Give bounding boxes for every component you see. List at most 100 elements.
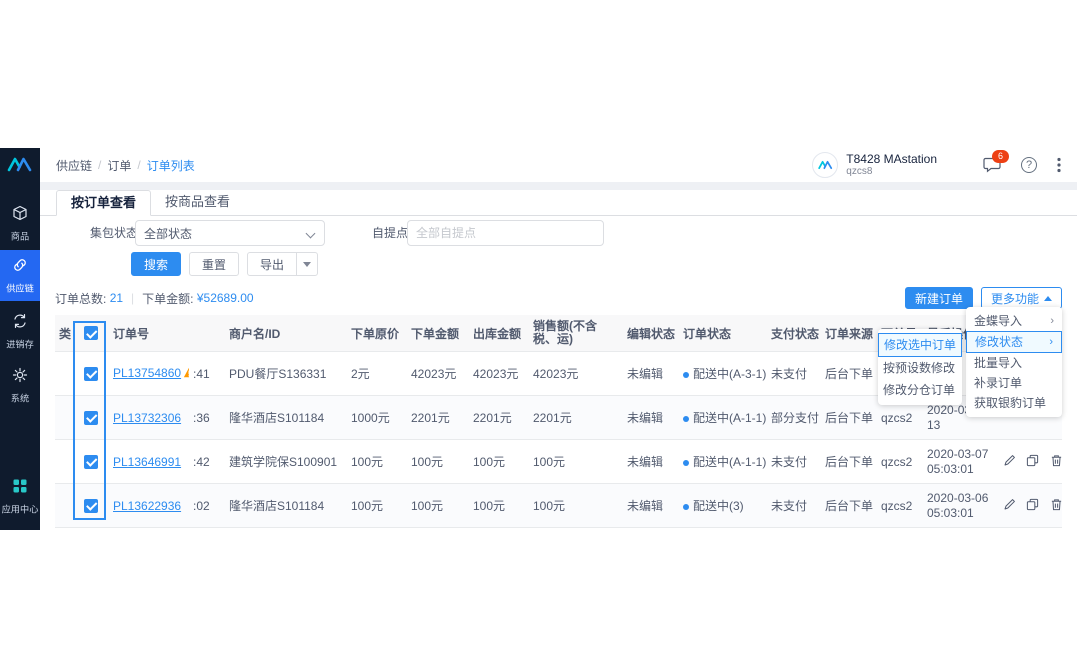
- cell-order-no: PL13622936: [109, 484, 189, 528]
- header-source: 订单来源: [821, 315, 877, 352]
- app-logo-icon[interactable]: [0, 156, 40, 178]
- breadcrumb-supply-chain[interactable]: 供应链: [56, 157, 92, 174]
- package-status-label: 集包状态:: [90, 220, 141, 246]
- help-glyph: ?: [1026, 159, 1032, 171]
- cell-order-status: 配送中(A-3-1): [679, 352, 767, 396]
- header-order-amount: 下单金额: [407, 315, 469, 352]
- view-tabs: 按订单查看 按商品查看: [40, 190, 1077, 216]
- page: 商品 供应链 进销存 系统: [0, 0, 1077, 663]
- order-amount-value: ¥52689.00: [197, 291, 254, 305]
- caret-up-icon: [1044, 296, 1052, 301]
- user-info[interactable]: T8428 MAstation qzcs8: [846, 153, 937, 177]
- cell-extra: [55, 396, 73, 440]
- edit-icon[interactable]: [1003, 454, 1016, 470]
- submenu-item-modify-split-warehouse[interactable]: 修改分仓订单: [878, 379, 962, 401]
- breadcrumb-separator: /: [137, 158, 140, 172]
- new-order-button[interactable]: 新建订单: [905, 287, 973, 309]
- avatar[interactable]: [812, 152, 838, 178]
- order-link[interactable]: PL13622936: [113, 499, 181, 513]
- cycle-icon: [11, 312, 29, 333]
- cell-order-amount: 100元: [407, 440, 469, 484]
- cell-checkbox: [73, 396, 109, 440]
- cell-pay-status: 部分支付: [767, 396, 821, 440]
- row-checkbox[interactable]: [84, 499, 98, 513]
- cell-outbound-amount: 100元: [469, 440, 529, 484]
- cell-order-status: 配送中(A-1-1): [679, 396, 767, 440]
- table-actions: 新建订单 更多功能: [905, 287, 1062, 309]
- header-select-all: [73, 315, 109, 352]
- summary-row: 订单总数: 21 | 下单金额: ¥52689.00 新建订单 更多功能: [40, 286, 1077, 310]
- more-functions-button[interactable]: 更多功能: [981, 287, 1062, 309]
- sidebar: 商品 供应链 进销存 系统: [0, 148, 40, 530]
- cell-order-status: 配送中(3): [679, 484, 767, 528]
- pickup-point-label: 自提点:: [372, 220, 411, 246]
- pickup-point-input[interactable]: [407, 220, 604, 246]
- cell-checkbox: [73, 352, 109, 396]
- messages-icon[interactable]: 6: [983, 157, 1001, 173]
- cell-sales: 42023元: [529, 352, 623, 396]
- reset-button[interactable]: 重置: [189, 252, 239, 276]
- cell-time: :42: [189, 440, 225, 484]
- help-icon[interactable]: ?: [1021, 157, 1037, 173]
- export-button[interactable]: 导出: [247, 252, 297, 276]
- cell-source: 后台下单: [821, 440, 877, 484]
- cell-order-amount: 2201元: [407, 396, 469, 440]
- menu-item-modify-status[interactable]: 修改状态 ›: [966, 331, 1062, 353]
- cell-original-price: 100元: [347, 440, 407, 484]
- breadcrumb-orders[interactable]: 订单: [107, 157, 131, 174]
- header-edit-status: 编辑状态: [623, 315, 679, 352]
- cell-edit-status: 未编辑: [623, 440, 679, 484]
- row-checkbox[interactable]: [84, 367, 98, 381]
- menu-item-supplement-order[interactable]: 补录订单: [966, 373, 1062, 393]
- cell-order-no: PL13646991: [109, 440, 189, 484]
- unread-badge: 6: [992, 150, 1009, 163]
- order-link[interactable]: PL13646991: [113, 455, 181, 469]
- row-checkbox[interactable]: [84, 455, 98, 469]
- submenu-item-modify-by-preset[interactable]: 按预设数修改: [878, 357, 962, 379]
- more-options-icon[interactable]: [1057, 157, 1061, 173]
- breadcrumb: 供应链 / 订单 / 订单列表: [56, 157, 195, 174]
- cell-order-amount: 100元: [407, 484, 469, 528]
- select-all-checkbox[interactable]: [84, 326, 98, 340]
- row-checkbox[interactable]: [84, 411, 98, 425]
- cell-ops: [999, 484, 1062, 528]
- menu-item-kingdee-import[interactable]: 金蝶导入 ›: [966, 311, 1062, 331]
- header-order-status: 订单状态: [679, 315, 767, 352]
- order-count-label: 订单总数:: [55, 290, 106, 307]
- breadcrumb-order-list: 订单列表: [147, 157, 195, 174]
- copy-icon[interactable]: [1026, 454, 1039, 470]
- menu-item-batch-import[interactable]: 批量导入: [966, 353, 1062, 373]
- sidebar-item-goods[interactable]: 商品: [0, 198, 40, 249]
- sidebar-item-system[interactable]: 系统: [0, 360, 40, 411]
- cell-operator: qzcs2: [877, 484, 923, 528]
- cell-outbound-amount: 2201元: [469, 396, 529, 440]
- topbar: 供应链 / 订单 / 订单列表 T8428 MAstation: [40, 148, 1077, 182]
- sidebar-item-app-center[interactable]: 应用中心: [0, 471, 40, 522]
- search-button[interactable]: 搜索: [131, 252, 181, 276]
- order-link[interactable]: PL13732306: [113, 411, 181, 425]
- table-row: PL13622936 :02 隆华酒店S101184 100元 100元 100…: [55, 484, 1062, 528]
- sidebar-item-label: 供应链: [6, 281, 34, 295]
- menu-item-fetch-pospal-orders[interactable]: 获取银豹订单: [966, 393, 1062, 413]
- edit-icon[interactable]: [1003, 498, 1016, 514]
- tab-by-product[interactable]: 按商品查看: [151, 190, 244, 214]
- copy-icon[interactable]: [1026, 498, 1039, 514]
- sidebar-item-label: 应用中心: [2, 502, 39, 516]
- package-status-select[interactable]: 全部状态: [135, 220, 325, 246]
- cell-sales: 2201元: [529, 396, 623, 440]
- gear-icon: [11, 366, 29, 387]
- delete-icon[interactable]: [1050, 498, 1062, 514]
- delete-icon[interactable]: [1050, 454, 1062, 470]
- cell-outbound-amount: 42023元: [469, 352, 529, 396]
- cell-edit-status: 未编辑: [623, 484, 679, 528]
- tab-by-order[interactable]: 按订单查看: [56, 190, 151, 216]
- filter-buttons: 搜索 重置 导出: [131, 252, 318, 276]
- sidebar-item-supply-chain[interactable]: 供应链: [0, 250, 40, 301]
- export-dropdown-button[interactable]: [296, 252, 318, 276]
- submenu-item-modify-selected[interactable]: 修改选中订单: [878, 333, 962, 357]
- sidebar-item-inventory[interactable]: 进销存: [0, 306, 40, 357]
- cell-merchant: PDU餐厅S136331: [225, 352, 347, 396]
- order-link[interactable]: PL13754860: [113, 366, 181, 380]
- sidebar-item-label: 商品: [11, 229, 29, 243]
- cell-pay-status: 未支付: [767, 352, 821, 396]
